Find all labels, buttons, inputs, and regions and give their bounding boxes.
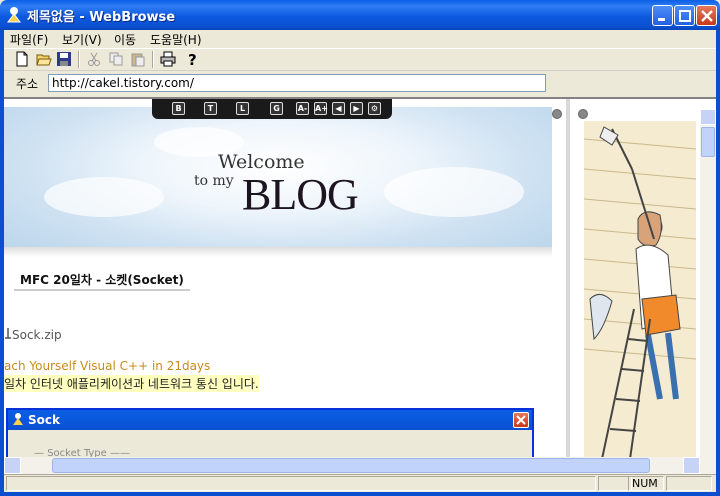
attachment-icon (5, 328, 11, 339)
menu-help[interactable]: 도움말(H) (150, 31, 202, 48)
help-icon[interactable]: ? (184, 51, 200, 67)
settings-button[interactable]: ⚙ (368, 102, 381, 115)
horizontal-scroll-thumb[interactable] (52, 458, 650, 473)
app-icon (7, 7, 21, 23)
blog-logo-text: BLOG (242, 170, 359, 219)
vertical-scrollbar[interactable] (700, 109, 716, 457)
scroll-up-button[interactable] (700, 109, 716, 125)
cloud-shape (44, 177, 164, 217)
blog-to-my-text: to my (194, 173, 234, 189)
attachment-name: Sock.zip (12, 328, 62, 342)
painter-illustration (583, 121, 697, 457)
post-title[interactable]: MFC 20일차 - 소켓(Socket) (20, 271, 184, 288)
cut-icon[interactable] (86, 51, 102, 67)
menu-bar: 파일(F) 보기(V) 이동 도움말(H) (4, 30, 716, 48)
num-lock-indicator: NUM (628, 476, 664, 491)
dialog-close-button[interactable] (513, 412, 529, 428)
minimize-icon (658, 18, 665, 21)
status-bar: NUM (4, 474, 716, 492)
toolbar-separator (152, 51, 154, 68)
vertical-scroll-thumb[interactable] (701, 127, 715, 157)
maximize-icon (679, 10, 691, 22)
blog-toolbar: B T L G A- A+ ◀ ▶ ⚙ (152, 99, 392, 119)
sock-dialog[interactable]: Sock — Socket Type —— (6, 408, 534, 460)
status-pane (598, 476, 632, 491)
horizontal-scrollbar[interactable] (4, 457, 716, 474)
title-bar[interactable]: 제목없음 - WebBrowse (0, 0, 720, 30)
prev-button[interactable]: ◀ (332, 102, 345, 115)
scroll-left-button[interactable] (4, 457, 21, 474)
close-icon (516, 415, 526, 425)
font-decrease-button[interactable]: A- (296, 102, 309, 115)
save-icon[interactable] (56, 51, 72, 67)
toolbar-separator (78, 51, 80, 68)
print-icon[interactable] (160, 51, 176, 67)
close-button[interactable] (696, 5, 717, 26)
book-title: ach Yourself Visual C++ in 21days (4, 359, 211, 373)
blog-button-b[interactable]: B (172, 102, 185, 115)
scroll-right-button[interactable] (683, 457, 700, 474)
post-title-box: MFC 20일차 - 소켓(Socket) (14, 267, 190, 291)
dialog-title: Sock (28, 413, 60, 427)
status-pane (666, 476, 712, 491)
cloud-shape (384, 167, 524, 217)
maximize-button[interactable] (674, 5, 695, 26)
circle-icon (552, 109, 562, 119)
app-icon (13, 413, 23, 425)
open-folder-icon[interactable] (36, 51, 52, 67)
status-message-pane (6, 476, 596, 491)
font-increase-button[interactable]: A+ (314, 102, 328, 115)
header-divider (4, 247, 552, 257)
blog-button-l[interactable]: L (236, 102, 249, 115)
address-bar: 주소 (4, 70, 716, 94)
frame-splitter[interactable] (566, 99, 570, 457)
minimize-button[interactable] (652, 5, 673, 26)
blog-button-t[interactable]: T (204, 102, 217, 115)
window-title: 제목없음 - WebBrowse (27, 10, 176, 25)
side-illustration (572, 99, 700, 457)
svg-text:?: ? (188, 51, 197, 67)
dialog-title-bar[interactable]: Sock (8, 410, 532, 430)
window-frame-right (716, 30, 720, 496)
address-label: 주소 (16, 77, 39, 91)
copy-icon[interactable] (108, 51, 124, 67)
blog-button-g[interactable]: G (270, 102, 283, 115)
window-frame-bottom (0, 492, 720, 496)
paste-icon[interactable] (130, 51, 146, 67)
menu-file[interactable]: 파일(F) (10, 31, 48, 48)
menu-view[interactable]: 보기(V) (62, 31, 102, 48)
menu-go[interactable]: 이동 (114, 31, 136, 48)
close-icon (701, 10, 713, 22)
next-button[interactable]: ▶ (350, 102, 363, 115)
browser-content[interactable]: Welcome to my BLOG B T L G A- A+ ◀ ▶ ⚙ M… (4, 97, 716, 457)
address-input[interactable] (48, 74, 546, 92)
new-file-icon[interactable] (14, 51, 30, 67)
post-description: 일차 인터넷 애플리케이션과 네트워크 통신 입니다. (4, 375, 259, 392)
attachment-link[interactable]: Sock.zip (4, 327, 62, 342)
toolbar: ? (4, 48, 716, 70)
